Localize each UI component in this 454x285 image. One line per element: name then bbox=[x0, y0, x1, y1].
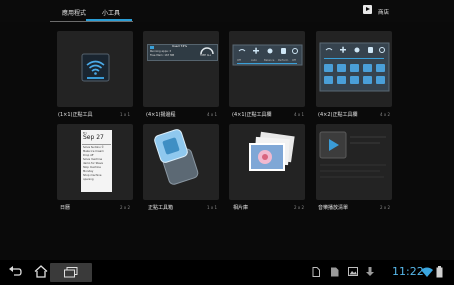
shop-button[interactable]: 商店 bbox=[363, 5, 393, 19]
preview-gauge-labels: FREE ALL bbox=[200, 54, 212, 57]
widget-size: 1 x 1 bbox=[207, 205, 217, 210]
recent-apps-button[interactable] bbox=[50, 263, 92, 282]
widget-size: 2 x 2 bbox=[380, 205, 390, 210]
toolbar-preview: Off Auto Balance Perform. Off bbox=[232, 44, 303, 66]
toolbox-icon bbox=[154, 129, 199, 185]
preview-free-mem: Free Mem: 167 MB bbox=[150, 54, 175, 57]
widget-card-gallery[interactable] bbox=[229, 124, 305, 200]
widget-title: 相片庫 bbox=[233, 205, 249, 211]
task-manager-preview: Used 74% Running apps: 3 Free Mem: 167 M… bbox=[147, 44, 218, 61]
calendar-event: Solve machine demo for Steve bbox=[83, 158, 103, 165]
tab-divider bbox=[50, 21, 133, 22]
toolbar-4x2-preview bbox=[319, 42, 390, 92]
tab-widgets[interactable]: 小工具 bbox=[102, 8, 120, 17]
shop-label: 商店 bbox=[378, 10, 390, 16]
calendar-preview: Fri Sep 27 Solve Sudoku © Make Ice Cream… bbox=[81, 130, 112, 192]
widget-title: (4×1)正點工具欄 bbox=[232, 112, 272, 118]
widget-card-music-playlist[interactable] bbox=[316, 124, 392, 200]
widget-title: (1×1)正點工具 bbox=[58, 112, 93, 118]
calendar-event: Stop machine Monday bbox=[83, 166, 101, 173]
widget-card-quick-tool-1x1[interactable] bbox=[57, 31, 133, 107]
home-icon[interactable] bbox=[34, 265, 48, 278]
widget-card-calendar[interactable]: Fri Sep 27 Solve Sudoku © Make Ice Cream… bbox=[57, 124, 133, 200]
preview-running: Running apps: 3 bbox=[150, 50, 172, 53]
calendar-date: Sep 27 bbox=[83, 134, 104, 141]
toolbar-label-perform: Perform. bbox=[278, 58, 289, 62]
play-store-icon bbox=[363, 5, 372, 14]
widget-size: 4 x 1 bbox=[294, 112, 304, 117]
download-icon[interactable] bbox=[366, 267, 374, 277]
widget-card-task-manager[interactable]: Used 74% Running apps: 3 Free Mem: 167 M… bbox=[143, 31, 219, 107]
back-icon[interactable] bbox=[8, 266, 22, 277]
status-clock[interactable]: 11:22 bbox=[392, 265, 424, 278]
widget-size: 4 x 1 bbox=[207, 112, 217, 117]
widget-size: 2 x 2 bbox=[120, 205, 130, 210]
widget-title: 日曆 bbox=[60, 205, 71, 211]
active-tab-indicator bbox=[86, 19, 132, 21]
image-notification-icon[interactable] bbox=[348, 267, 358, 276]
widget-card-quick-toolbar-4x2[interactable] bbox=[316, 31, 392, 107]
widget-card-quick-toolbox[interactable] bbox=[143, 124, 219, 200]
sd-card-icon[interactable] bbox=[330, 267, 339, 277]
widget-size: 2 x 2 bbox=[294, 205, 304, 210]
toolbar-label-off: Off bbox=[237, 58, 241, 62]
toolbar-label-balance: Balance bbox=[264, 58, 275, 62]
widget-title: 正點工具箱 bbox=[148, 205, 174, 211]
widget-title: 音樂播放清單 bbox=[318, 205, 349, 211]
widget-card-quick-toolbar-4x1[interactable]: Off Auto Balance Perform. Off bbox=[229, 31, 305, 107]
tab-apps[interactable]: 應用程式 bbox=[62, 8, 86, 17]
widget-size: 4 x 2 bbox=[380, 112, 390, 117]
calendar-event: Shop machine opening bbox=[83, 174, 102, 181]
toolbar-label-auto: Auto bbox=[251, 58, 257, 62]
wifi-icon[interactable] bbox=[421, 267, 433, 277]
preview-used: Used 74% bbox=[172, 44, 188, 48]
file-notification-icon[interactable] bbox=[312, 267, 320, 277]
widget-title: (4×1)揚邊程 bbox=[146, 112, 176, 118]
music-play-icon bbox=[319, 131, 386, 178]
widget-title: (4×2)正點工具欄 bbox=[318, 112, 358, 118]
gallery-icon bbox=[249, 131, 295, 171]
widget-size: 1 x 1 bbox=[120, 112, 130, 117]
recent-apps-icon bbox=[64, 267, 78, 278]
task-manager-icon bbox=[150, 46, 154, 49]
battery-icon[interactable] bbox=[436, 266, 443, 278]
toolbar-label-off-2: Off bbox=[292, 58, 296, 62]
wifi-widget-icon bbox=[81, 53, 110, 82]
